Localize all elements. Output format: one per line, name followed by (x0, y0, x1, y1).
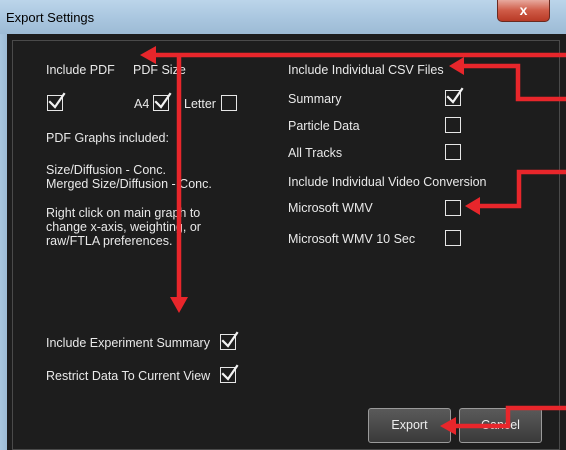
arrowhead-csv-header (449, 57, 464, 75)
arrowhead-pdf-size (140, 46, 156, 64)
export-settings-dialog: Export Settings x Include PDF PDF Size A… (0, 0, 566, 450)
arrowhead-experiment-summary (170, 297, 188, 313)
arrow-to-wmv (476, 169, 566, 209)
arrowhead-export (440, 417, 456, 435)
arrow-to-csv-header (460, 63, 566, 102)
arrowhead-wmv (465, 197, 480, 215)
arrow-to-export (452, 405, 566, 429)
annotation-arrows (140, 46, 566, 435)
